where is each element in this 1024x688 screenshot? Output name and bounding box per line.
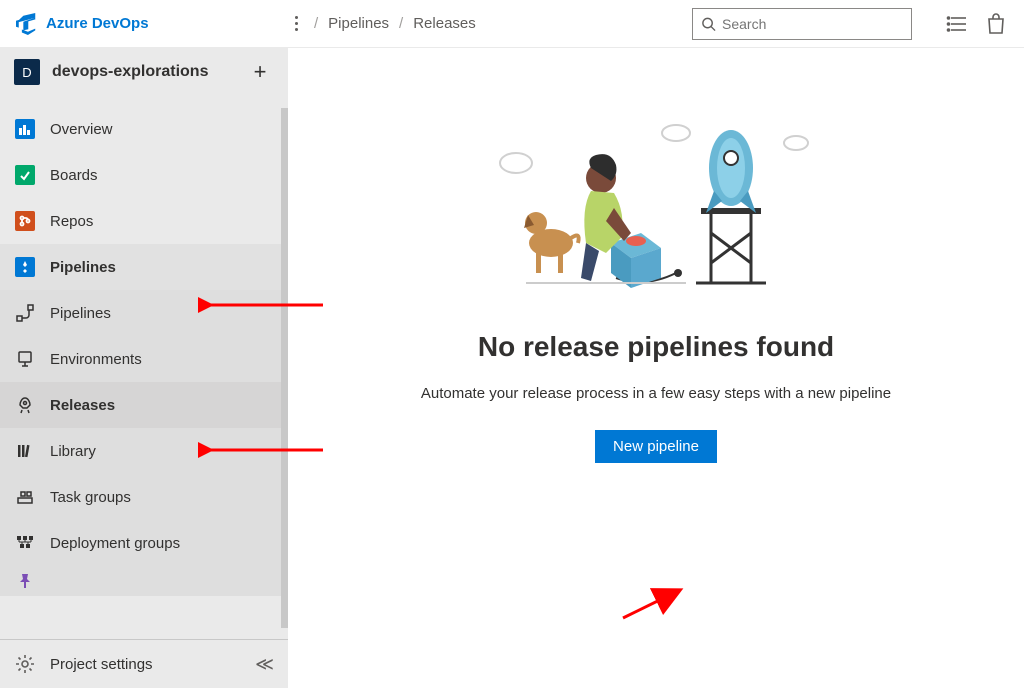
sidebar-item-label: Overview — [50, 121, 113, 138]
breadcrumb-pipelines[interactable]: Pipelines — [328, 15, 389, 32]
sidebar-item-releases[interactable]: Releases — [0, 382, 288, 428]
breadcrumb: / Pipelines / Releases — [314, 15, 692, 32]
sidebar-item-repos[interactable]: Repos — [0, 198, 288, 244]
pin-icon — [14, 570, 36, 592]
sidebar-item-taskgroups[interactable]: Task groups — [0, 474, 288, 520]
kebab-menu-icon[interactable] — [286, 10, 306, 38]
repos-icon — [14, 210, 36, 232]
pipelines-icon — [14, 256, 36, 278]
sidebar-item-pipelines[interactable]: Pipelines — [0, 290, 288, 336]
content: No release pipelines found Automate your… — [288, 48, 1024, 688]
library-icon — [14, 440, 36, 462]
sidebar-item-overview[interactable]: Overview — [0, 106, 288, 152]
sidebar-item-library[interactable]: Library — [0, 428, 288, 474]
sidebar-item-label: Pipelines — [50, 305, 111, 322]
project-avatar: D — [14, 59, 40, 85]
sidebar-item-truncated[interactable] — [0, 566, 288, 596]
sidebar-item-label: Boards — [50, 167, 98, 184]
brand-text: Azure DevOps — [46, 15, 149, 32]
sidebar-item-label: Repos — [50, 213, 93, 230]
empty-state-title: No release pipelines found — [386, 331, 926, 363]
breadcrumb-separator: / — [314, 15, 318, 32]
sidebar-item-deploymentgroups[interactable]: Deployment groups — [0, 520, 288, 566]
brand-area[interactable]: Azure DevOps — [16, 13, 286, 35]
sidebar-item-label: Deployment groups — [50, 535, 180, 552]
deploymentgroups-icon — [14, 532, 36, 554]
add-button[interactable]: + — [246, 59, 274, 85]
scrollbar[interactable] — [281, 108, 288, 628]
sidebar-item-label: Environments — [50, 351, 142, 368]
sidebar-item-label: Task groups — [50, 489, 131, 506]
environments-icon — [14, 348, 36, 370]
collapse-chevron-icon[interactable]: ≪ — [255, 654, 274, 675]
sidebar-item-pipelines-section[interactable]: Pipelines — [0, 244, 288, 290]
annotation-arrow — [618, 583, 688, 623]
gear-icon — [14, 653, 36, 675]
empty-illustration — [496, 113, 816, 293]
sidebar: D devops-explorations + Overview Boards … — [0, 48, 288, 688]
releases-icon — [14, 394, 36, 416]
taskgroups-icon — [14, 486, 36, 508]
sidebar-item-boards[interactable]: Boards — [0, 152, 288, 198]
new-pipeline-button[interactable]: New pipeline — [595, 430, 717, 463]
azure-devops-logo-icon — [16, 13, 38, 35]
search-icon — [701, 16, 716, 32]
header: Azure DevOps / Pipelines / Releases — [0, 0, 1024, 48]
breadcrumb-separator: / — [399, 15, 403, 32]
overview-icon — [14, 118, 36, 140]
breadcrumb-releases[interactable]: Releases — [413, 15, 476, 32]
project-name: devops-explorations — [52, 63, 246, 81]
sidebar-item-label: Releases — [50, 397, 115, 414]
sidebar-item-label: Project settings — [50, 656, 153, 673]
search-input[interactable] — [722, 16, 903, 32]
shopping-bag-icon[interactable] — [984, 12, 1008, 36]
sidebar-bottom: Project settings ≪ — [0, 639, 288, 688]
sidebar-item-label: Library — [50, 443, 96, 460]
search-box[interactable] — [692, 8, 912, 40]
boards-icon — [14, 164, 36, 186]
sidebar-item-label: Pipelines — [50, 259, 116, 276]
empty-state: No release pipelines found Automate your… — [386, 303, 926, 463]
pipelines-sub-icon — [14, 302, 36, 324]
sidebar-item-settings[interactable]: Project settings ≪ — [0, 640, 288, 688]
empty-state-subtitle: Automate your release process in a few e… — [386, 385, 926, 402]
list-view-icon[interactable] — [946, 12, 970, 36]
sidebar-item-environments[interactable]: Environments — [0, 336, 288, 382]
project-row[interactable]: D devops-explorations + — [0, 48, 288, 96]
nav: Overview Boards Repos Pipelines Pipeline… — [0, 106, 288, 639]
